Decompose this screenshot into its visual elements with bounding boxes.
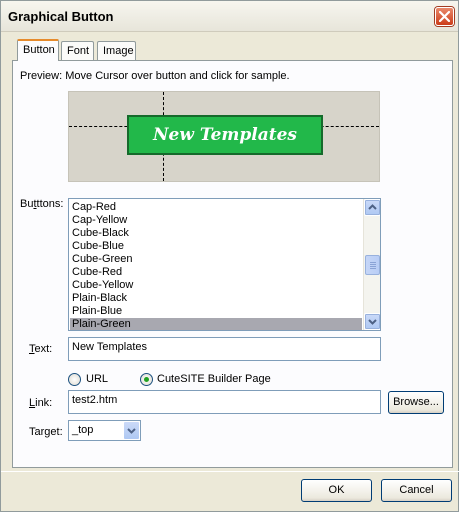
list-item[interactable]: Cube-Red [72,266,362,279]
preview-label: Preview: Move Cursor over button and cli… [20,70,290,82]
radio-cutesite-page-label[interactable]: CuteSITE Builder Page [157,373,271,385]
scroll-down-button[interactable] [364,313,380,330]
list-item[interactable]: Cap-Red [72,201,362,214]
radio-url[interactable] [68,373,81,386]
scroll-thumb[interactable] [365,255,380,275]
scroll-up-button[interactable] [364,199,380,216]
buttons-list-label: Butttons: [20,198,64,210]
target-dropdown-button[interactable] [123,421,140,440]
list-item[interactable]: Cube-Green [72,253,362,266]
sample-graphical-button[interactable]: New Templates [127,115,323,155]
buttons-listbox[interactable]: Cap-Red Cap-Yellow Cube-Black Cube-Blue … [68,198,381,331]
tab-button-label: Button [23,44,55,56]
target-select[interactable]: _top [68,420,141,441]
list-item[interactable]: Cube-Blue [72,240,362,253]
list-item[interactable]: Cube-Black [72,227,362,240]
link-field-label: Link: [29,397,53,409]
tab-font[interactable]: Font [61,41,94,60]
browse-button[interactable]: Browse... [388,391,444,414]
list-item[interactable]: Plain-Blue [72,305,362,318]
list-item[interactable]: Cube-Yellow [72,279,362,292]
target-select-value: _top [72,424,94,436]
vertical-scrollbar[interactable] [363,199,380,330]
link-input[interactable]: test2.htm [68,390,381,414]
scroll-down-arrow-icon [368,319,377,325]
chevron-down-icon [127,428,136,434]
window-title: Graphical Button [8,9,114,24]
tab-image-label: Image [103,45,134,57]
radio-url-label[interactable]: URL [86,373,108,385]
tab-font-label: Font [67,45,90,57]
title-bar: Graphical Button [1,1,458,32]
ok-button[interactable]: OK [301,479,372,502]
list-item-selected[interactable]: Plain-Green [70,318,362,330]
scroll-up-arrow-icon [368,204,377,210]
tab-image[interactable]: Image [97,41,136,60]
list-item[interactable]: Cap-Yellow [72,214,362,227]
dialog-window: Graphical Button Button Font Image Previ… [0,0,459,512]
tab-button[interactable]: Button [17,39,59,61]
close-icon [439,11,450,22]
radio-cutesite-page[interactable] [140,373,153,386]
text-field-label: Text: [29,343,53,355]
list-item[interactable]: Plain-Black [72,292,362,305]
close-button[interactable] [435,7,454,26]
target-label: Target: [29,426,63,438]
cancel-button[interactable]: Cancel [381,479,452,502]
button-text-input[interactable]: New Templates [68,337,381,361]
footer-separator [1,471,459,472]
preview-area: New Templates [68,91,380,182]
